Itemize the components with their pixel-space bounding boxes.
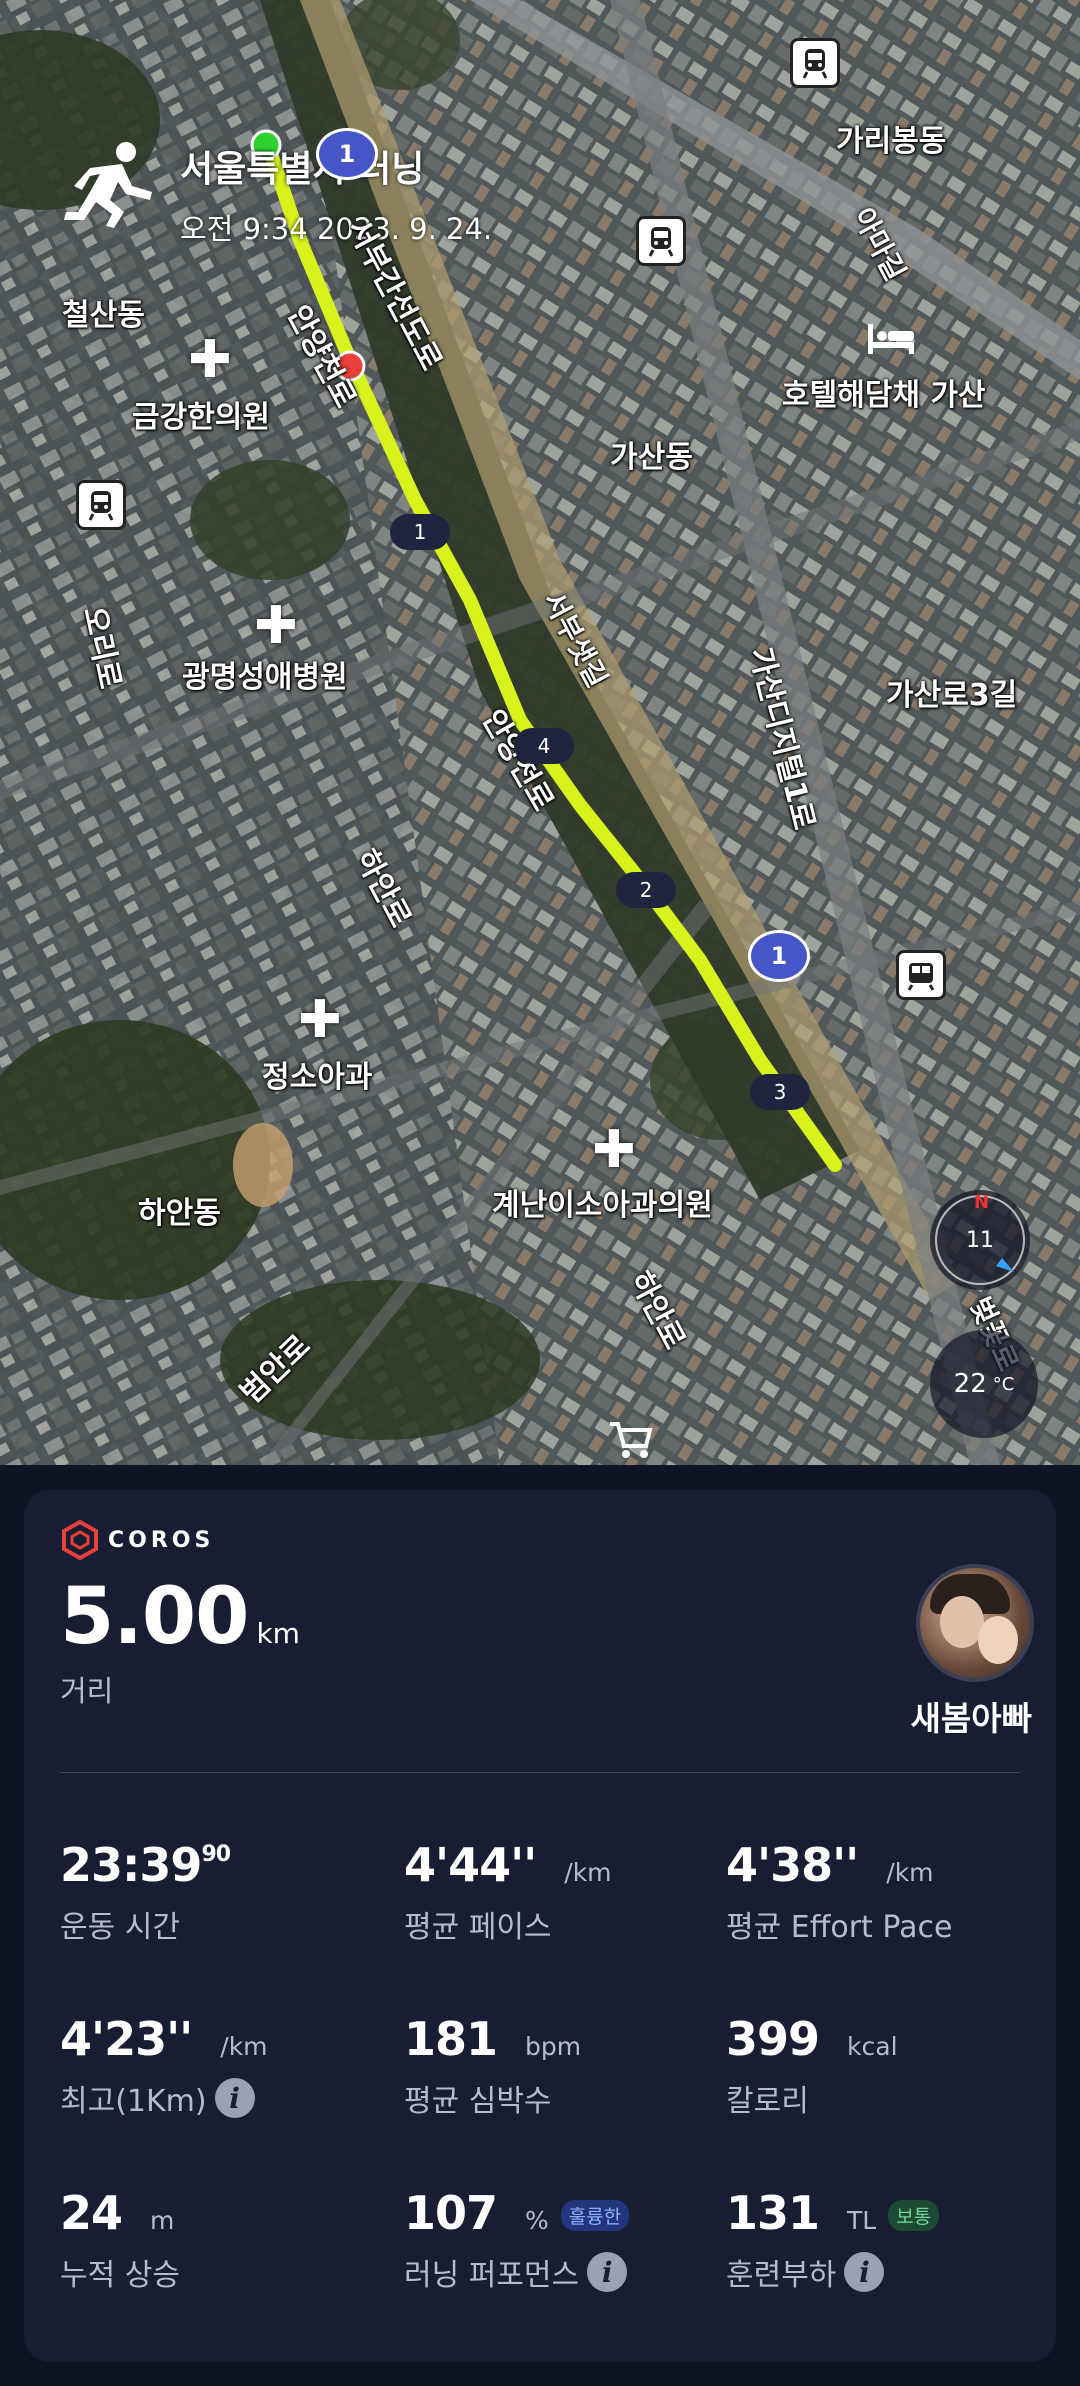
map-label-gyenan-clinic: 계난이소아과의원 <box>492 1188 713 1223</box>
activity-header: 서울특별시 러닝 오전 9:34 2023. 9. 24. <box>60 140 492 248</box>
running-icon <box>64 142 152 228</box>
map-label-cheolsan: 철산동 <box>62 298 145 333</box>
map-label-jeongso-pediatrics: 정소아과 <box>262 1060 373 1095</box>
map-label-gwangmyeong-hospital: 광명성애병원 <box>182 660 348 695</box>
stat-label: 훈련부하 <box>726 2258 837 2293</box>
road-number-shield: 1 <box>316 128 378 180</box>
stat-heart-rate: 181 bpm 평균 심박수 <box>404 2012 581 2120</box>
map-label-hotel: 호텔해담채 가산 <box>782 378 986 413</box>
performance-badge: 훌륭한 <box>560 2200 630 2231</box>
shopping-cart-icon[interactable] <box>608 1420 654 1460</box>
map-label-gasan: 가산동 <box>610 440 693 475</box>
stat-unit: TL <box>847 2206 877 2235</box>
stat-calories: 399 kcal 칼로리 <box>726 2012 898 2120</box>
stat-unit: /km <box>220 2032 268 2061</box>
distance-block: 5.00 km <box>60 1572 300 1662</box>
stat-value: 4'23'' <box>60 2012 193 2066</box>
map-label-geumgang-clinic: 금강한의원 <box>132 400 270 435</box>
activity-summary-card: COROS 5.00 km 거리 새봄아빠 23:3990 운동 시간 4'44'… <box>24 1490 1056 2362</box>
stat-duration: 23:3990 운동 시간 <box>60 1838 231 1946</box>
temperature-unit: °C <box>992 1373 1015 1395</box>
stat-label: 최고(1Km) <box>60 2084 207 2119</box>
km-marker[interactable]: 1 <box>390 514 450 550</box>
stat-value: 399 <box>726 2012 820 2066</box>
stat-label: 누적 상승 <box>60 2258 180 2293</box>
subway-station-icon[interactable] <box>896 950 946 1000</box>
stat-best-km: 4'23'' /km 최고(1Km) i <box>60 2012 268 2120</box>
km-marker[interactable]: 4 <box>514 728 574 764</box>
compass-north-label: N <box>974 1192 990 1213</box>
stat-value: 4'38'' <box>726 1838 859 1892</box>
username[interactable]: 새봄아빠 <box>911 1692 1032 1740</box>
train-station-icon[interactable] <box>790 38 840 88</box>
route-map[interactable]: 서울특별시 러닝 오전 9:34 2023. 9. 24. 1 1 ✚ ✚ ✚ … <box>0 0 1080 1465</box>
stat-value: 131 <box>726 2186 820 2240</box>
hospital-icon[interactable]: ✚ <box>188 334 232 386</box>
stat-label: 칼로리 <box>726 2084 809 2119</box>
stat-value: 181 <box>404 2012 498 2066</box>
stat-unit: kcal <box>847 2032 898 2061</box>
stat-label: 운동 시간 <box>60 1910 180 1945</box>
compass-value: 11 <box>966 1228 994 1253</box>
stat-unit: /km <box>564 1858 612 1887</box>
stat-label: 러닝 퍼포먼스 <box>404 2258 580 2293</box>
train-station-icon[interactable] <box>636 216 686 266</box>
coros-logo-icon <box>62 1520 98 1560</box>
brand-logo: COROS <box>60 1520 214 1560</box>
compass[interactable]: N 11 <box>930 1190 1030 1290</box>
info-icon[interactable]: i <box>844 2252 885 2292</box>
stat-value: 4'44'' <box>404 1838 537 1892</box>
stat-effort-pace: 4'38'' /km 평균 Effort Pace <box>726 1838 952 1946</box>
stat-value: 107 <box>404 2186 498 2240</box>
stat-unit: m <box>150 2206 175 2235</box>
km-marker[interactable]: 3 <box>750 1074 810 1110</box>
hospital-icon[interactable]: ✚ <box>298 994 342 1046</box>
activity-datetime: 오전 9:34 2023. 9. 24. <box>180 212 493 246</box>
distance-value: 5.00 <box>60 1572 249 1662</box>
stat-value: 24 <box>60 2186 123 2240</box>
train-station-icon[interactable] <box>76 480 126 530</box>
divider <box>60 1772 1020 1773</box>
stat-unit: bpm <box>525 2032 582 2061</box>
stat-value: 23:3990 <box>60 1838 231 1892</box>
brand-name: COROS <box>108 1527 215 1553</box>
stat-avg-pace: 4'44'' /km 평균 페이스 <box>404 1838 612 1946</box>
stat-label: 평균 페이스 <box>404 1910 552 1945</box>
avatar[interactable] <box>916 1564 1034 1682</box>
info-icon[interactable]: i <box>214 2078 255 2118</box>
distance-label: 거리 <box>60 1674 114 1708</box>
map-label-gasan-ro3: 가산로3길 <box>886 678 1018 713</box>
temperature-badge: 22 °C <box>930 1330 1038 1438</box>
stat-elevation-gain: 24 m 누적 상승 <box>60 2186 180 2294</box>
training-load-badge: 보통 <box>888 2200 940 2231</box>
stat-running-performance: 107% 훌륭한 러닝 퍼포먼스 i <box>404 2186 630 2294</box>
hospital-icon[interactable]: ✚ <box>254 600 298 652</box>
distance-unit: km <box>256 1617 300 1650</box>
temperature-value: 22 <box>953 1369 987 1399</box>
km-marker[interactable]: 2 <box>616 872 676 908</box>
hotel-icon[interactable] <box>866 318 916 358</box>
info-icon[interactable]: i <box>587 2252 628 2292</box>
stat-unit: /km <box>886 1858 934 1887</box>
map-label-garibong: 가리봉동 <box>836 124 947 159</box>
map-label-hahn-dong: 하안동 <box>138 1196 221 1231</box>
stat-label: 평균 심박수 <box>404 2084 552 2119</box>
hospital-icon[interactable]: ✚ <box>592 1124 636 1176</box>
stat-training-load: 131 TL 보통 훈련부하 i <box>726 2186 940 2294</box>
road-number-shield: 1 <box>748 930 810 982</box>
stat-unit: % <box>525 2206 549 2235</box>
stat-label: 평균 Effort Pace <box>726 1910 953 1945</box>
